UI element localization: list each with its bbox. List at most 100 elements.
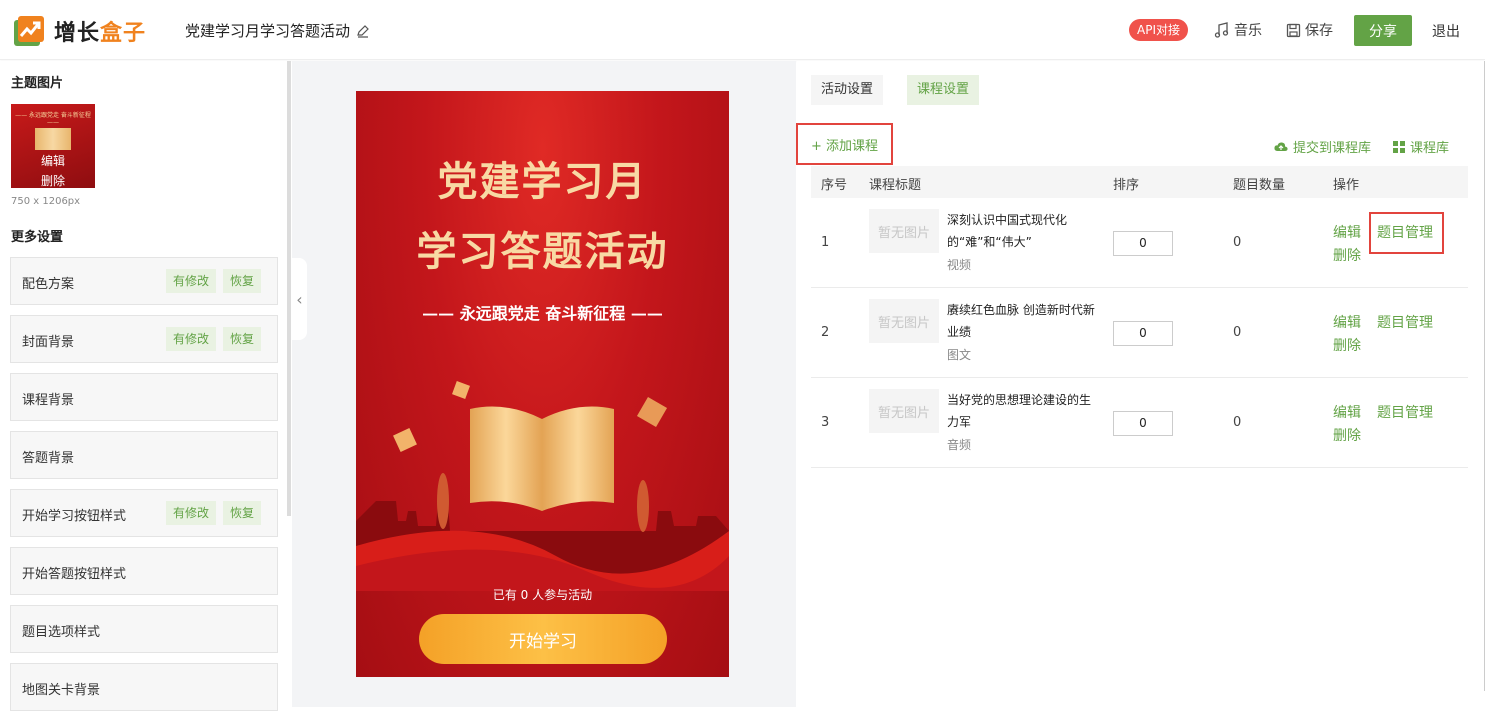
- grid-icon: [1393, 140, 1405, 153]
- row-index: 3: [821, 415, 830, 430]
- setting-label: 地图关卡背景: [22, 683, 101, 698]
- course-thumbnail-placeholder: 暂无图片: [869, 209, 939, 253]
- question-manage-button[interactable]: 题目管理: [1377, 312, 1433, 332]
- music-label: 音乐: [1234, 23, 1262, 39]
- logo-text-part2: 盒子: [100, 21, 147, 46]
- tab-course-settings[interactable]: 课程设置: [907, 75, 980, 105]
- setting-label: 开始答题按钮样式: [22, 567, 127, 582]
- poster-subtitle: —— 永远跟党走 奋斗新征程 ——: [422, 304, 663, 323]
- course-type: 音频: [947, 438, 972, 452]
- row-index: 2: [821, 325, 830, 340]
- logo[interactable]: 增长盒子: [12, 14, 146, 48]
- edit-course-button[interactable]: 编辑: [1333, 222, 1361, 242]
- poster-preview: 党建学习月 学习答题活动 —— 永远跟党走 奋斗新征程 —— 已有 0 人参与活…: [356, 91, 729, 677]
- setting-map-level-background[interactable]: 地图关卡背景: [10, 663, 278, 711]
- preview-area: ‹ 党建学习月 学习答题活动 —— 永远跟党走 奋斗新征程 —— 已有 0 人参…: [292, 61, 796, 707]
- edit-course-button[interactable]: 编辑: [1333, 402, 1361, 422]
- save-button[interactable]: 保存: [1286, 20, 1333, 40]
- left-scrollbar[interactable]: [287, 61, 291, 516]
- tab-activity-settings[interactable]: 活动设置: [811, 75, 884, 105]
- more-settings-heading: 更多设置: [11, 230, 64, 245]
- sort-input[interactable]: 0: [1113, 411, 1173, 436]
- setting-quiz-background[interactable]: 答题背景: [10, 431, 278, 479]
- course-settings-panel: 活动设置 课程设置 + 添加课程 提交到课程库 课程库 序号 课程标题 排序 题…: [796, 61, 1485, 707]
- course-library-label: 课程库: [1410, 141, 1450, 156]
- column-header-title: 课程标题: [869, 178, 922, 193]
- music-button[interactable]: 音乐: [1214, 20, 1262, 40]
- course-type: 视频: [947, 258, 972, 272]
- edit-course-button[interactable]: 编辑: [1333, 312, 1361, 332]
- column-header-question-count: 题目数量: [1233, 178, 1286, 193]
- course-library-button[interactable]: 课程库: [1393, 137, 1449, 156]
- delete-course-button[interactable]: 删除: [1333, 425, 1361, 445]
- course-type: 图文: [947, 348, 972, 362]
- thumbnail-caption: —— 永远跟党走 奋斗新征程 ——: [15, 112, 91, 126]
- participant-count: 已有 0 人参与活动: [492, 588, 593, 602]
- api-badge[interactable]: API对接: [1129, 19, 1188, 41]
- logo-icon: [14, 16, 44, 46]
- setting-label: 题目选项样式: [22, 625, 101, 640]
- setting-label: 封面背景: [22, 335, 75, 350]
- cloud-upload-icon: [1274, 141, 1288, 151]
- thumbnail-delete-button[interactable]: 删除: [11, 172, 95, 188]
- setting-start-quiz-button-style[interactable]: 开始答题按钮样式: [10, 547, 278, 595]
- row-index: 1: [821, 235, 830, 250]
- restore-button[interactable]: 恢复: [223, 327, 262, 351]
- logo-text: 增长盒子: [54, 15, 146, 47]
- poster-title-line2: 学习答题活动: [416, 228, 669, 275]
- theme-image-heading: 主题图片: [11, 76, 64, 91]
- column-header-actions: 操作: [1333, 178, 1360, 193]
- setting-cover-background[interactable]: 封面背景 有修改 恢复: [10, 315, 278, 363]
- table-row: 3 暂无图片 当好党的思想理论建设的生力军 音频 0 0 编辑 题目管理 删除: [811, 378, 1468, 468]
- sort-input[interactable]: 0: [1113, 321, 1173, 346]
- thumbnail-book-graphic: [35, 128, 71, 150]
- table-row: 1 暂无图片 深刻认识中国式现代化的“难”和“伟大” 视频 0 0 编辑 题目管…: [811, 198, 1468, 288]
- course-table-header: 序号 课程标题 排序 题目数量 操作: [811, 166, 1468, 198]
- course-title: 当好党的思想理论建设的生力军: [947, 393, 1092, 429]
- activity-title: 党建学习月学习答题活动: [185, 20, 370, 41]
- setting-label: 配色方案: [22, 277, 75, 292]
- submit-to-library-button[interactable]: 提交到课程库: [1274, 137, 1371, 156]
- setting-start-study-button-style[interactable]: 开始学习按钮样式 有修改 恢复: [10, 489, 278, 537]
- course-title: 深刻认识中国式现代化的“难”和“伟大”: [947, 213, 1068, 249]
- setting-color-scheme[interactable]: 配色方案 有修改 恢复: [10, 257, 278, 305]
- save-label: 保存: [1305, 23, 1333, 39]
- delete-course-button[interactable]: 删除: [1333, 335, 1361, 355]
- setting-label: 开始学习按钮样式: [22, 509, 127, 524]
- question-count: 0: [1233, 235, 1242, 250]
- delete-course-button[interactable]: 删除: [1333, 245, 1361, 265]
- question-manage-button[interactable]: 题目管理: [1377, 402, 1433, 422]
- top-bar: 增长盒子 党建学习月学习答题活动 API对接 音乐 保存 分享 退出: [0, 0, 1485, 60]
- poster-title-line1: 党建学习月: [437, 158, 648, 205]
- question-count: 0: [1233, 325, 1242, 340]
- setting-label: 课程背景: [22, 393, 75, 408]
- thumbnail-edit-button[interactable]: 编辑: [11, 152, 95, 169]
- question-count: 0: [1233, 415, 1242, 430]
- edit-pencil-icon[interactable]: [356, 24, 370, 38]
- image-dimensions: 750 x 1206px: [11, 196, 81, 207]
- restore-button[interactable]: 恢复: [223, 269, 262, 293]
- setting-option-style[interactable]: 题目选项样式: [10, 605, 278, 653]
- setting-course-background[interactable]: 课程背景: [10, 373, 278, 421]
- collapse-chevron-left-icon[interactable]: ‹: [292, 258, 307, 340]
- poster-book-illustration: [356, 381, 729, 591]
- music-note-icon: [1214, 22, 1229, 38]
- submit-to-library-label: 提交到课程库: [1293, 141, 1372, 156]
- add-course-button[interactable]: + 添加课程: [796, 123, 893, 165]
- course-thumbnail-placeholder: 暂无图片: [869, 389, 939, 433]
- highlight-box: [1369, 212, 1444, 254]
- start-study-button[interactable]: 开始学习: [419, 614, 667, 664]
- share-button[interactable]: 分享: [1354, 15, 1412, 46]
- restore-button[interactable]: 恢复: [223, 501, 262, 525]
- column-header-index: 序号: [821, 178, 848, 193]
- modified-tag: 有修改: [166, 269, 217, 293]
- activity-title-text: 党建学习月学习答题活动: [185, 22, 351, 40]
- course-thumbnail-placeholder: 暂无图片: [869, 299, 939, 343]
- table-row: 2 暂无图片 赓续红色血脉 创造新时代新业绩 图文 0 0 编辑 题目管理 删除: [811, 288, 1468, 378]
- theme-image-thumbnail[interactable]: —— 永远跟党走 奋斗新征程 —— 编辑 删除: [11, 104, 95, 188]
- logout-button[interactable]: 退出: [1432, 21, 1460, 41]
- sort-input[interactable]: 0: [1113, 231, 1173, 256]
- save-disk-icon: [1286, 23, 1301, 37]
- course-title: 赓续红色血脉 创造新时代新业绩: [947, 303, 1095, 339]
- left-settings-panel: 主题图片 —— 永远跟党走 奋斗新征程 —— 编辑 删除 750 x 1206p…: [0, 61, 288, 711]
